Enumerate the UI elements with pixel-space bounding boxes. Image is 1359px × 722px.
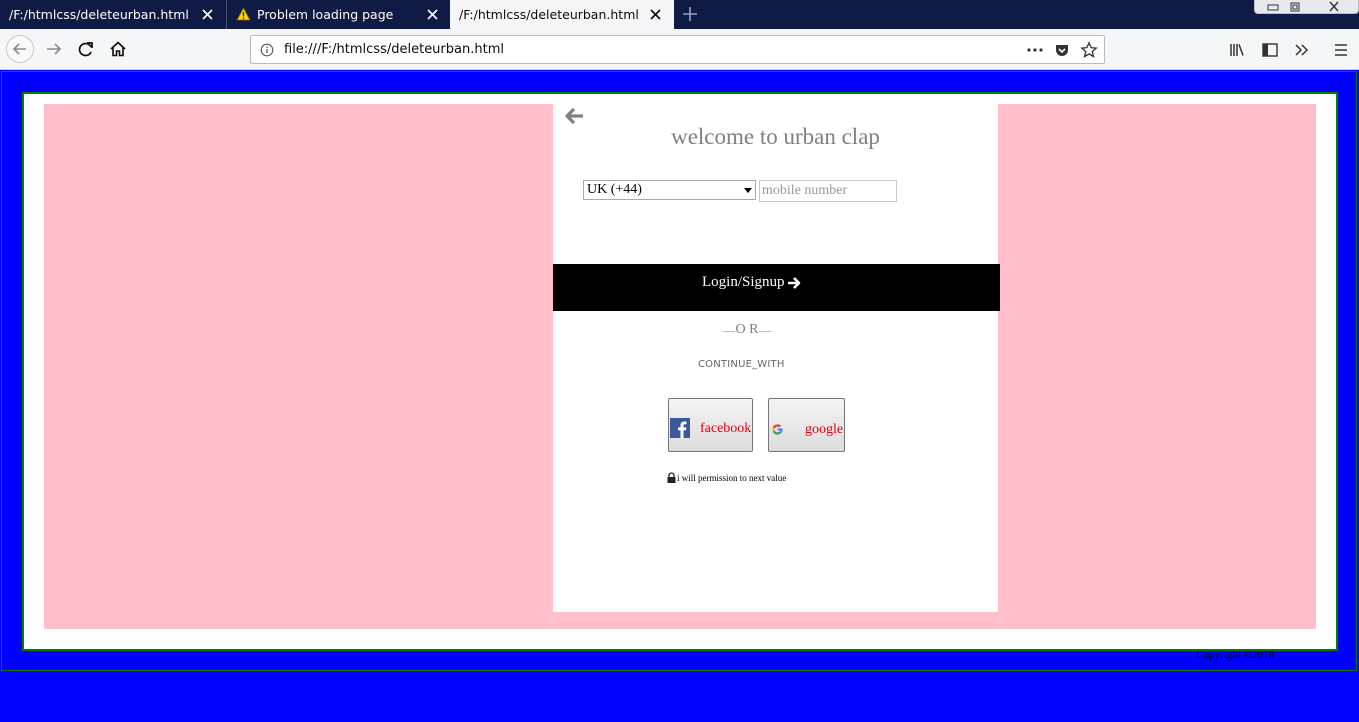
tab-strip: /F:/htmlcss/deleteurban.html Problem loa… bbox=[0, 0, 1359, 29]
close-window-icon[interactable] bbox=[1327, 1, 1341, 13]
new-tab-icon[interactable] bbox=[681, 5, 699, 23]
copyright-text: Copyright ©2018 bbox=[1196, 649, 1274, 661]
chevron-down-icon bbox=[744, 188, 752, 193]
sidebar-icon[interactable] bbox=[1261, 42, 1279, 58]
navigation-toolbar: file:///F:/htmlcss/deleteurban.html bbox=[0, 29, 1359, 70]
pocket-icon[interactable] bbox=[1054, 42, 1070, 58]
or-divider: O R bbox=[723, 322, 771, 338]
close-tab-icon[interactable] bbox=[201, 8, 214, 21]
or-text: O R bbox=[735, 322, 759, 337]
google-label: google bbox=[805, 422, 844, 437]
google-icon bbox=[772, 424, 783, 435]
welcome-heading: welcome to urban clap bbox=[553, 124, 998, 150]
tab-title: /F:/htmlcss/deleteurban.html bbox=[459, 7, 639, 22]
back-arrow-icon bbox=[12, 43, 26, 55]
home-icon bbox=[110, 41, 126, 57]
continue-with-text: CONTINUE_WITH bbox=[698, 359, 785, 370]
window-controls bbox=[1254, 0, 1359, 14]
url-bar[interactable]: file:///F:/htmlcss/deleteurban.html bbox=[250, 35, 1105, 64]
welcome-text: welcome to urban clap bbox=[671, 124, 880, 149]
tab-problem-loading[interactable]: Problem loading page bbox=[226, 0, 450, 29]
menu-icon[interactable] bbox=[1333, 42, 1349, 58]
mobile-number-placeholder: mobile number bbox=[762, 183, 848, 198]
country-code-value: UK (+44) bbox=[587, 182, 642, 197]
login-signup-label: Login/Signup bbox=[702, 274, 785, 290]
tab-deleteurban-1[interactable]: /F:/htmlcss/deleteurban.html bbox=[0, 0, 226, 29]
facebook-button[interactable]: facebook bbox=[668, 398, 753, 452]
overflow-chevron-icon[interactable] bbox=[1293, 42, 1311, 58]
page-body: Copyright ©2018 welcome to urban clap UK… bbox=[0, 70, 1359, 722]
divider-line bbox=[723, 331, 735, 332]
forward-arrow-icon bbox=[47, 43, 62, 55]
forward-button[interactable] bbox=[40, 35, 68, 63]
minimize-icon[interactable] bbox=[1266, 1, 1280, 13]
permission-note: i will permission to next value bbox=[667, 472, 787, 483]
tab-deleteurban-active[interactable]: /F:/htmlcss/deleteurban.html bbox=[450, 0, 674, 29]
divider-line bbox=[759, 331, 771, 332]
info-icon[interactable] bbox=[260, 43, 274, 57]
reload-button[interactable] bbox=[72, 35, 100, 63]
login-signup-button[interactable]: Login/Signup bbox=[553, 264, 1000, 311]
page-actions-icon[interactable] bbox=[1026, 43, 1044, 57]
mobile-number-input[interactable]: mobile number bbox=[759, 180, 897, 202]
url-text[interactable]: file:///F:/htmlcss/deleteurban.html bbox=[284, 36, 504, 63]
back-arrow-icon[interactable] bbox=[565, 107, 585, 125]
google-button[interactable]: google bbox=[768, 398, 845, 452]
back-button[interactable] bbox=[6, 35, 34, 63]
lock-icon bbox=[667, 472, 676, 483]
login-card: welcome to urban clap UK (+44) mobile nu… bbox=[553, 104, 1000, 612]
close-tab-icon[interactable] bbox=[426, 8, 439, 21]
facebook-icon bbox=[670, 418, 690, 438]
library-icon[interactable] bbox=[1229, 42, 1247, 58]
arrow-right-icon bbox=[788, 277, 801, 289]
tab-title: Problem loading page bbox=[257, 7, 394, 22]
reload-icon bbox=[78, 42, 93, 57]
bookmark-star-icon[interactable] bbox=[1080, 41, 1098, 59]
tab-title: /F:/htmlcss/deleteurban.html bbox=[9, 7, 189, 22]
restore-icon[interactable] bbox=[1288, 1, 1302, 13]
facebook-label: facebook bbox=[700, 421, 752, 436]
home-button[interactable] bbox=[104, 35, 132, 63]
permission-text: i will permission to next value bbox=[677, 473, 787, 483]
close-tab-icon[interactable] bbox=[649, 8, 662, 21]
country-code-select[interactable]: UK (+44) bbox=[583, 180, 756, 200]
warning-icon bbox=[236, 7, 251, 21]
